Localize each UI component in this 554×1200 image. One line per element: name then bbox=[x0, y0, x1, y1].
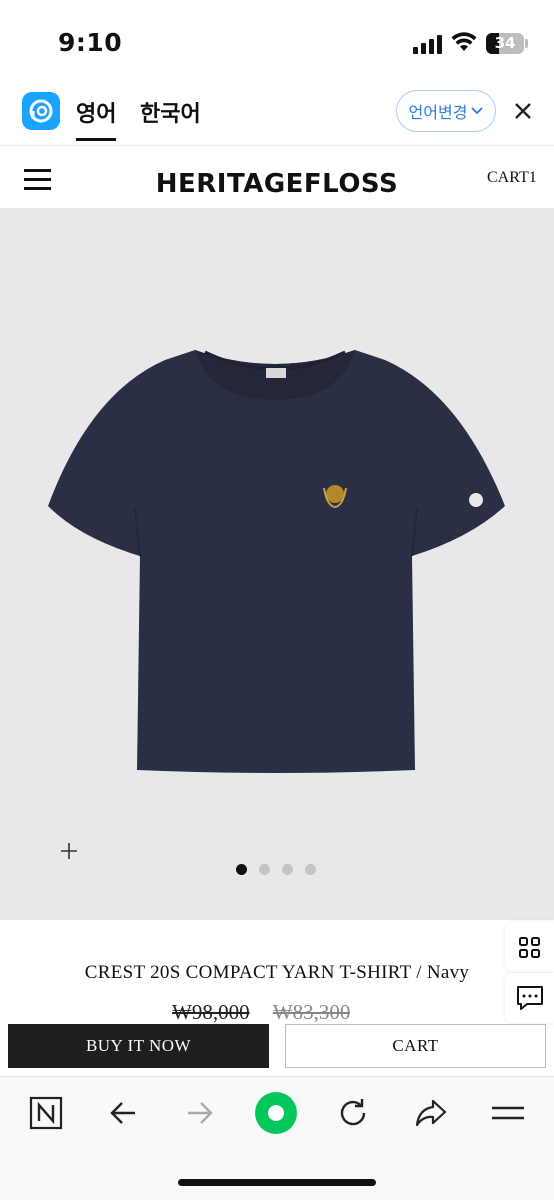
battery-tip bbox=[525, 39, 528, 48]
price-original: ₩98,000 bbox=[172, 1000, 250, 1022]
battery-percent: 34 bbox=[494, 34, 516, 52]
refresh-icon[interactable] bbox=[335, 1095, 371, 1131]
carousel-dot[interactable] bbox=[305, 864, 316, 875]
green-dot-icon[interactable] bbox=[254, 1091, 298, 1135]
cart-link[interactable]: CART1 bbox=[487, 169, 537, 187]
shop-header: HERITAGEFLOSS CART1 bbox=[0, 147, 554, 208]
cellular-signal-icon bbox=[413, 34, 443, 54]
price-sale: ₩83,300 bbox=[272, 1000, 351, 1022]
battery-icon: 34 bbox=[486, 33, 524, 54]
wifi-icon bbox=[451, 32, 477, 51]
language-change-label: 언어변경 bbox=[408, 103, 468, 122]
translate-bar: 영어 한국어 언어변경 bbox=[0, 80, 554, 146]
tshirt-image bbox=[48, 350, 505, 773]
home-indicator bbox=[178, 1179, 376, 1186]
back-arrow-icon[interactable] bbox=[105, 1095, 141, 1131]
tab-english[interactable]: 영어 bbox=[76, 96, 117, 141]
status-bar: 9:10 34 bbox=[0, 0, 554, 80]
forward-arrow-icon[interactable] bbox=[182, 1095, 218, 1131]
n-logo-icon[interactable] bbox=[28, 1095, 64, 1131]
browser-toolbar bbox=[0, 1076, 554, 1200]
carousel-dots bbox=[236, 864, 316, 875]
menu-lines-icon[interactable] bbox=[490, 1095, 526, 1131]
buy-it-now-button[interactable]: BUY IT NOW bbox=[8, 1024, 269, 1068]
language-change-button[interactable]: 언어변경 bbox=[396, 90, 496, 132]
product-image-gallery[interactable] bbox=[0, 208, 554, 920]
price-row: ₩98,000 ₩83,300 bbox=[172, 1000, 350, 1022]
carousel-dot[interactable] bbox=[259, 864, 270, 875]
carousel-dot[interactable] bbox=[236, 864, 247, 875]
plus-icon[interactable] bbox=[58, 840, 80, 862]
add-to-cart-button[interactable]: CART bbox=[285, 1024, 546, 1068]
papago-logo-icon[interactable] bbox=[22, 92, 60, 130]
close-icon[interactable] bbox=[511, 99, 535, 123]
share-icon[interactable] bbox=[413, 1095, 449, 1131]
tab-korean[interactable]: 한국어 bbox=[140, 96, 201, 128]
status-time: 9:10 bbox=[58, 28, 123, 57]
brand-logo[interactable]: HERITAGEFLOSS bbox=[0, 169, 554, 199]
carousel-dot[interactable] bbox=[282, 864, 293, 875]
product-title: CREST 20S COMPACT YARN T-SHIRT / Navy bbox=[84, 962, 470, 983]
chevron-down-icon bbox=[471, 107, 484, 115]
